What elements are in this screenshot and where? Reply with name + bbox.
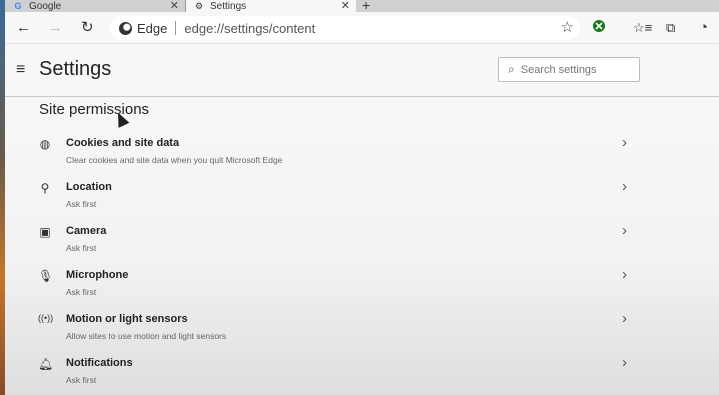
bell-icon: 🔔︎ [38, 357, 54, 371]
settings-content: Site permissions ◍ Cookies and site data… [5, 97, 719, 395]
tab-title: Settings [210, 0, 247, 12]
forward-arrow-icon[interactable]: → [48, 19, 63, 37]
collections-icon[interactable]: ⧉ [666, 19, 675, 37]
permission-subtitle: Ask first [66, 375, 97, 385]
permissions-list: ◍ Cookies and site data Clear cookies an… [5, 125, 719, 389]
chevron-right-icon: › [622, 354, 627, 371]
address-url[interactable]: edge://settings/content [184, 21, 315, 36]
close-tab-icon[interactable]: ✕ [170, 0, 179, 12]
browser-window: G Google ✕ ⚙ Settings ✕ + ← → ↻ Edge edg… [5, 0, 719, 395]
chevron-right-icon: › [622, 266, 627, 283]
toolbar: ← → ↻ Edge edge://settings/content ☆ ☆≡ … [5, 12, 719, 44]
page-title: Settings [39, 58, 112, 80]
address-separator [175, 21, 177, 35]
tab-google[interactable]: G Google ✕ [5, 0, 185, 12]
tab-settings[interactable]: ⚙ Settings ✕ [186, 0, 356, 12]
permission-subtitle: Ask first [66, 243, 97, 253]
chevron-right-icon: › [622, 178, 627, 195]
permission-title: Cookies and site data [66, 137, 180, 149]
favorite-star-icon[interactable]: ☆ [561, 18, 574, 36]
search-input[interactable] [520, 63, 631, 76]
settings-header: ≡ Settings ⌕ [5, 45, 719, 97]
permission-title: Notifications [66, 357, 133, 369]
permission-item-motion-sensors[interactable]: ((•)) Motion or light sensors Allow site… [5, 301, 645, 345]
address-bar[interactable]: Edge edge://settings/content ☆ [110, 16, 580, 40]
search-icon: ⌕ [508, 62, 515, 76]
microphone-icon: 🎙 [38, 269, 54, 283]
permission-title: Motion or light sensors [66, 313, 188, 325]
chevron-right-icon: › [622, 222, 627, 239]
back-arrow-icon[interactable]: ← [16, 19, 31, 37]
favorites-list-icon[interactable]: ☆≡ [633, 19, 652, 37]
permission-item-location[interactable]: ⚲ Location Ask first › [5, 169, 645, 213]
camera-icon: ▣ [39, 225, 51, 239]
permission-item-notifications[interactable]: 🔔︎ Notifications Ask first › [5, 345, 645, 389]
permission-item-microphone[interactable]: 🎙 Microphone Ask first › [5, 257, 645, 301]
edge-logo-icon [119, 21, 132, 35]
permission-item-cookies[interactable]: ◍ Cookies and site data Clear cookies an… [5, 125, 645, 169]
permission-subtitle: Ask first [66, 287, 97, 297]
permission-subtitle: Ask first [66, 199, 97, 209]
search-box[interactable]: ⌕ [498, 57, 640, 82]
chevron-right-icon: › [622, 134, 627, 151]
gear-icon: ⚙ [194, 1, 204, 11]
permission-subtitle: Clear cookies and site data when you qui… [66, 155, 283, 165]
tab-title: Google [29, 0, 62, 12]
xbox-extension-icon[interactable] [592, 19, 606, 38]
address-brand: Edge [137, 20, 168, 36]
google-favicon-icon: G [14, 1, 22, 11]
refresh-icon[interactable]: ↻ [81, 19, 94, 37]
tab-strip: G Google ✕ ⚙ Settings ✕ + [5, 0, 719, 13]
permission-title: Camera [66, 225, 107, 237]
permission-title: Location [66, 181, 112, 193]
chevron-right-icon: › [622, 310, 627, 327]
permission-subtitle: Allow sites to use motion and light sens… [66, 331, 227, 341]
close-tab-icon[interactable]: ✕ [341, 0, 350, 12]
section-title: Site permissions [39, 101, 150, 118]
permission-item-camera[interactable]: ▣ Camera Ask first › [5, 213, 645, 257]
cookie-icon: ◍ [39, 137, 51, 151]
location-icon: ⚲ [40, 181, 50, 195]
hamburger-menu-icon[interactable]: ≡ [16, 61, 25, 79]
permission-title: Microphone [66, 269, 129, 281]
profile-icon[interactable]: ◔ [699, 19, 708, 37]
sensors-icon: ((•)) [38, 313, 54, 323]
